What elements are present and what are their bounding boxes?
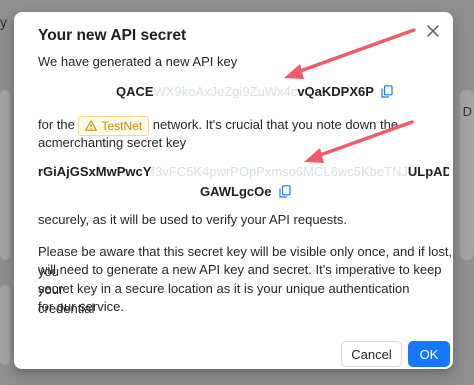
api-key-masked: WX9koAxJeZgi9ZuWx4c <box>153 84 298 99</box>
api-key-prefix: QACE <box>116 84 154 99</box>
background-card <box>0 285 10 365</box>
background-label: y <box>0 14 7 30</box>
close-button[interactable] <box>424 22 442 40</box>
network-prefix: for the <box>38 117 75 132</box>
cancel-button[interactable]: Cancel <box>341 341 402 367</box>
intro-text: We have generated a new API key <box>38 54 238 69</box>
secret-key-line-1: rGiAjGSxMwPwcYf3vFC5K4pwrPOpPxmso6MCL6wc… <box>38 164 449 179</box>
ok-button[interactable]: OK <box>408 341 450 367</box>
api-key-suffix: vQaKDPX6P <box>297 84 374 99</box>
copy-icon <box>279 185 291 198</box>
close-icon <box>427 25 439 37</box>
secret-intro: acmerchanting secret key <box>38 135 187 150</box>
warning-icon <box>85 120 98 131</box>
network-suffix: network. It's crucial that you note down… <box>152 117 399 132</box>
modal-title: Your new API secret <box>38 27 187 44</box>
secret-key-line-2: GAWLgcOe <box>200 184 291 201</box>
copy-icon <box>381 85 393 98</box>
secret-prefix: rGiAjGSxMwPwcY <box>38 164 152 179</box>
api-key-value: QACEWX9koAxJeZgi9ZuWx4cvQaKDPX6P <box>116 84 393 101</box>
secure-text: securely, as it will be used to verify y… <box>38 212 348 227</box>
secret-line-2: GAWLgcOe <box>200 184 272 199</box>
background-card <box>0 90 10 260</box>
secret-suffix: ULpADhBPW <box>407 164 449 179</box>
background-glyph: D <box>462 104 472 119</box>
copy-api-key-button[interactable] <box>381 85 393 101</box>
warning-line-4: for our service. <box>38 299 124 314</box>
secret-masked: f3vFC5K4pwrPOpPxmso6MCL6wc5KbeTNJ <box>151 164 408 179</box>
copy-secret-button[interactable] <box>279 185 291 201</box>
api-secret-modal: Your new API secret We have generated a … <box>14 12 453 369</box>
